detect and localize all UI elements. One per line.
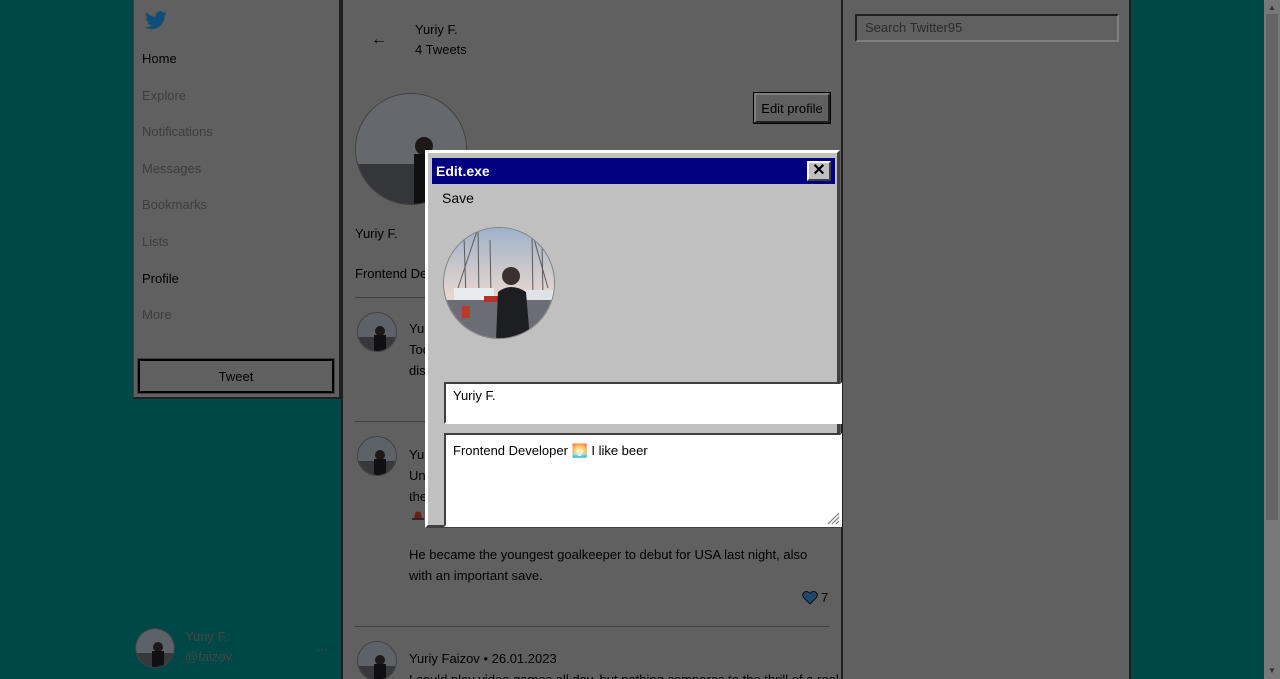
tweet-body: He became the youngest goalkeeper to deb… xyxy=(409,547,808,583)
sidebar-item-home[interactable]: Home xyxy=(142,51,177,66)
tweet-text-line: dis xyxy=(409,363,426,378)
save-button[interactable]: Save xyxy=(442,190,474,206)
like-count: 7 xyxy=(821,590,829,605)
tweet-author: Yuriy Faizov • 26.01.2023 xyxy=(409,648,557,669)
resize-grip-icon[interactable] xyxy=(826,511,840,525)
bio-suffix: I like beer xyxy=(591,443,648,458)
right-column: Search Twitter95 xyxy=(843,0,1131,679)
sidebar-item-more[interactable]: More xyxy=(142,307,172,322)
sidebar-item-lists[interactable]: Lists xyxy=(142,234,169,249)
tweet-item[interactable]: Yuriy Faizov • 26.01.2023 I could play v… xyxy=(343,627,843,679)
scroll-thumb[interactable] xyxy=(1266,14,1278,520)
sidebar-item-messages[interactable]: Messages xyxy=(142,161,201,176)
edit-profile-button[interactable]: Edit profile xyxy=(753,92,831,124)
bio-field[interactable]: Frontend Developer 🌅 I like beer xyxy=(444,433,842,527)
name-field[interactable]: Yuriy F. xyxy=(444,382,842,424)
dialog-title: Edit.exe xyxy=(436,163,490,179)
sunrise-emoji-icon: 🌅 xyxy=(571,443,588,458)
profile-bio: Frontend De xyxy=(355,266,428,281)
close-button[interactable]: ✕ xyxy=(807,161,831,181)
edit-dialog: Edit.exe ✕ Save Yuriy F. Frontend Develo… xyxy=(425,150,842,528)
tweet-separator: • xyxy=(483,651,488,666)
dialog-titlebar[interactable]: Edit.exe ✕ xyxy=(432,158,835,184)
tweet-author: Yu xyxy=(409,447,425,462)
tweet-author: Yu xyxy=(409,321,425,336)
sidebar-item-explore[interactable]: Explore xyxy=(142,88,186,103)
tweet-count: 4 Tweets xyxy=(415,42,467,57)
profile-header-name: Yuriy F. xyxy=(415,22,458,37)
close-icon: ✕ xyxy=(812,162,826,179)
tweet-button[interactable]: Tweet xyxy=(137,358,335,394)
twitter-logo-icon[interactable] xyxy=(144,10,168,32)
account-switcher[interactable]: Yuriy F. @faizov ... xyxy=(133,626,341,670)
profile-name: Yuriy F. xyxy=(355,226,398,241)
avatar xyxy=(357,641,397,679)
tweet-date: 26.01.2023 xyxy=(491,651,557,666)
tweet-text-line: I could play video games all day, but no… xyxy=(409,669,839,679)
account-name: Yuriy F. xyxy=(185,629,228,644)
bio-text: Frontend Developer xyxy=(453,443,568,458)
sidebar-item-profile[interactable]: Profile xyxy=(142,271,179,286)
scroll-down-icon[interactable]: ▼ xyxy=(1268,666,1276,675)
scroll-up-icon[interactable]: ▲ xyxy=(1268,3,1276,12)
account-more-icon[interactable]: ... xyxy=(317,639,328,654)
search-input[interactable]: Search Twitter95 xyxy=(855,14,1119,42)
avatar xyxy=(357,436,397,476)
sidebar-item-notifications[interactable]: Notifications xyxy=(142,124,213,139)
dialog-avatar[interactable] xyxy=(443,227,555,339)
avatar xyxy=(357,312,397,352)
like-button[interactable]: 7 xyxy=(802,590,828,605)
heart-icon xyxy=(802,590,818,605)
siren-icon xyxy=(411,510,425,520)
avatar xyxy=(135,628,175,668)
back-arrow-icon[interactable]: ← xyxy=(371,31,387,49)
sidebar: Home Explore Notifications Messages Book… xyxy=(133,0,341,399)
tweet-author-name: Yuriy Faizov xyxy=(409,651,480,666)
sidebar-item-bookmarks[interactable]: Bookmarks xyxy=(142,197,207,212)
scrollbar[interactable]: ▲ ▼ xyxy=(1264,0,1280,679)
account-handle: @faizov xyxy=(185,649,233,664)
